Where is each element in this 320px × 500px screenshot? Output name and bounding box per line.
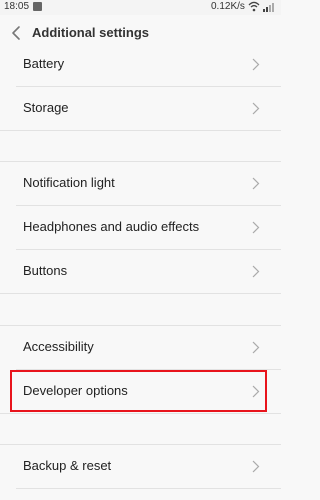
highlight-box — [10, 370, 267, 412]
chevron-right-icon — [252, 102, 260, 115]
chevron-left-icon[interactable] — [10, 25, 24, 41]
chevron-right-icon — [252, 177, 260, 190]
status-bar: 18:05 0.12K/s — [0, 0, 281, 15]
settings-item-label: Backup & reset — [23, 458, 112, 473]
settings-item-buttons[interactable]: Buttons — [0, 250, 281, 293]
divider — [16, 488, 281, 489]
settings-item-label: Accessibility — [23, 339, 94, 354]
signal-icon — [263, 3, 274, 12]
page-title: Additional settings — [32, 25, 149, 40]
chevron-right-icon — [252, 58, 260, 71]
divider — [0, 293, 281, 294]
settings-item-notification-light[interactable]: Notification light — [0, 162, 281, 205]
settings-item-label: Storage — [23, 100, 69, 115]
settings-item-label: Headphones and audio effects — [23, 219, 200, 234]
settings-item-label: Notification light — [23, 175, 115, 190]
notification-icon — [33, 2, 42, 11]
settings-item-backup-reset[interactable]: Backup & reset — [0, 445, 281, 488]
settings-item-headphones[interactable]: Headphones and audio effects — [0, 206, 281, 249]
chevron-right-icon — [252, 221, 260, 234]
chevron-right-icon — [252, 341, 260, 354]
status-time: 18:05 — [4, 1, 30, 12]
divider — [0, 130, 281, 131]
wifi-icon — [248, 1, 260, 12]
settings-item-storage[interactable]: Storage — [0, 87, 281, 130]
settings-item-accessibility[interactable]: Accessibility — [0, 326, 281, 369]
settings-item-label: Battery — [23, 56, 65, 71]
chevron-right-icon — [252, 265, 260, 278]
settings-item-label: Buttons — [23, 263, 68, 278]
network-speed: 0.12K/s — [211, 1, 245, 12]
divider — [0, 413, 281, 414]
chevron-right-icon — [252, 460, 260, 473]
settings-item-battery[interactable]: Battery — [0, 43, 281, 86]
